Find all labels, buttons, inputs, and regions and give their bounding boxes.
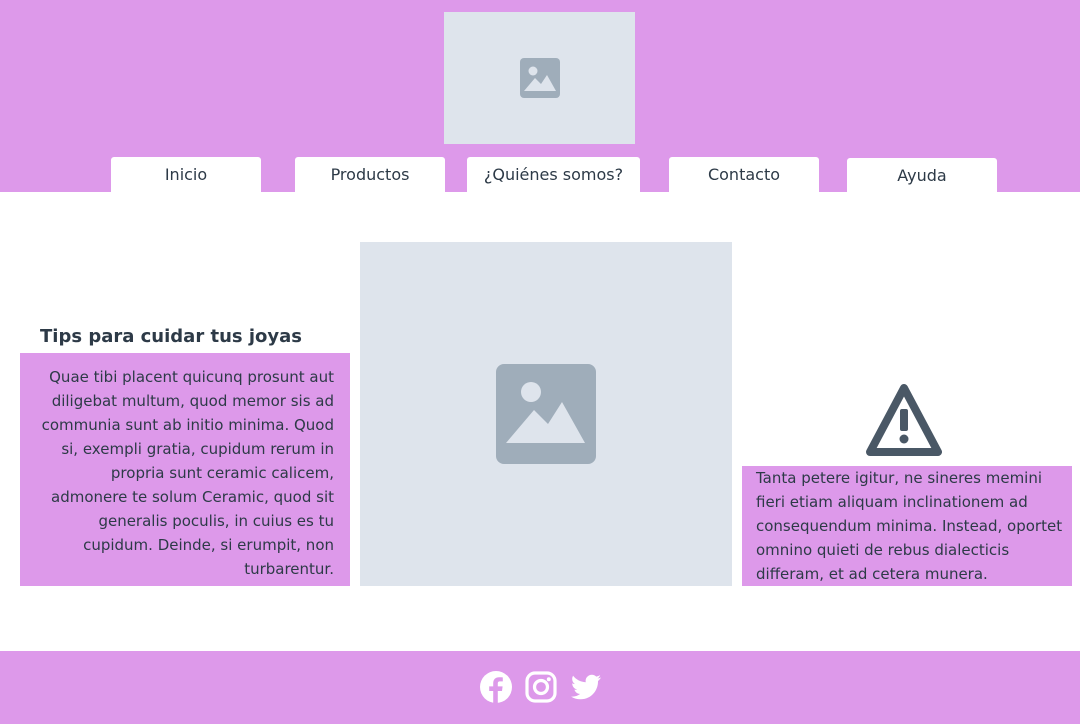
nav-tab-label: Inicio (164, 165, 208, 184)
nav-tab-label: Ayuda (897, 165, 947, 185)
tips-heading: Tips para cuidar tus joyas (40, 326, 302, 347)
facebook-link[interactable] (479, 670, 513, 704)
hero-image (360, 242, 732, 586)
twitter-link[interactable] (569, 670, 603, 704)
facebook-icon (480, 671, 512, 703)
nav-tab-quienes-somos[interactable]: ¿Quiénes somos? (467, 157, 640, 192)
nav-tab-productos[interactable]: Productos (295, 157, 445, 192)
instagram-icon (525, 671, 557, 703)
nav-tab-label: ¿Quiénes somos? (483, 165, 624, 184)
instagram-link[interactable] (524, 670, 558, 704)
warning-icon (866, 384, 942, 456)
footer (0, 651, 1080, 724)
image-placeholder-icon (519, 58, 560, 98)
tips-text-box: Quae tibi placent quicunq prosunt aut di… (20, 353, 350, 586)
page: Inicio Productos ¿Quiénes somos? Contact… (0, 0, 1080, 724)
logo-image[interactable] (444, 12, 635, 144)
nav-tab-label: Productos (330, 165, 410, 184)
nav-tab-ayuda[interactable]: Ayuda (847, 158, 997, 192)
twitter-icon (571, 674, 601, 700)
nav-tab-inicio[interactable]: Inicio (111, 157, 261, 192)
side-text: Tanta petere igitur, ne sineres memini f… (756, 469, 1063, 583)
nav-tab-label: Contacto (707, 165, 781, 184)
nav-tab-contacto[interactable]: Contacto (669, 157, 819, 192)
tips-text: Quae tibi placent quicunq prosunt aut di… (41, 368, 334, 578)
image-placeholder-icon (496, 364, 596, 464)
header: Inicio Productos ¿Quiénes somos? Contact… (0, 0, 1080, 192)
side-text-box: Tanta petere igitur, ne sineres memini f… (742, 466, 1072, 586)
